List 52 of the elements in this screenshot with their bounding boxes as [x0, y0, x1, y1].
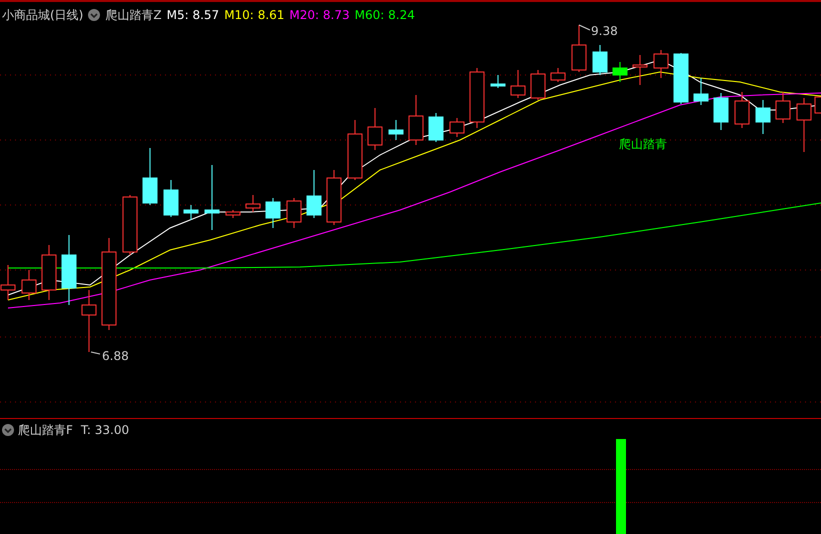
- candlestick: [694, 78, 708, 106]
- dropdown-icon[interactable]: [2, 424, 14, 436]
- leader-line: [578, 24, 590, 30]
- candlestick: [408, 94, 424, 146]
- candlestick: [776, 92, 790, 124]
- candlestick: [204, 164, 220, 230]
- candlestick: [490, 74, 506, 88]
- chart-title: 小商品城(日线): [2, 7, 84, 24]
- candlestick: [348, 120, 362, 180]
- candlestick: [550, 68, 566, 82]
- signal-label: 爬山踏青: [619, 136, 667, 153]
- moving-average-reading: M5: 8.57: [166, 7, 220, 24]
- candlestick: [592, 44, 608, 76]
- indicator-reading: T: 33.00: [80, 422, 130, 439]
- candlestick: [388, 120, 404, 140]
- candlestick: [326, 170, 342, 226]
- candlestick: [510, 70, 526, 98]
- candlestick: [368, 108, 382, 150]
- candlestick: [674, 52, 688, 104]
- candlestick: [470, 68, 484, 128]
- candlestick: [184, 204, 198, 220]
- candlestick: [632, 54, 648, 86]
- leader-line: [90, 352, 100, 354]
- moving-average-reading: M20: 8.73: [289, 7, 350, 24]
- candlestick: [450, 118, 464, 138]
- candlestick: [42, 244, 56, 300]
- indicator-name: 爬山踏青F: [18, 422, 73, 439]
- high-price-label: 9.38: [591, 23, 618, 40]
- candlestick: [306, 170, 322, 218]
- candlestick: [612, 62, 628, 82]
- candlestick: [654, 50, 668, 78]
- candlestick: [142, 148, 158, 206]
- candlestick: [122, 194, 138, 256]
- candlestick: [428, 112, 444, 142]
- moving-average-reading: M10: 8.61: [224, 7, 284, 24]
- candlestick: [164, 180, 178, 218]
- moving-average-reading: M60: 8.24: [354, 7, 415, 24]
- candlestick: [796, 98, 812, 152]
- candlestick: [756, 100, 770, 134]
- candlestick: [572, 24, 586, 72]
- candlestick: [714, 92, 728, 130]
- candlestick: [530, 70, 546, 100]
- low-price-label: 6.88: [102, 348, 129, 365]
- candlestick: [734, 92, 750, 128]
- indicator-name: 爬山踏青Z: [105, 7, 162, 24]
- candlestick: [62, 234, 76, 306]
- candlestick: [286, 198, 302, 228]
- candlestick: [266, 198, 280, 228]
- dropdown-icon[interactable]: [88, 9, 100, 21]
- candlestick: [22, 270, 36, 300]
- candlestick: [246, 194, 260, 212]
- candlestick: [82, 290, 96, 352]
